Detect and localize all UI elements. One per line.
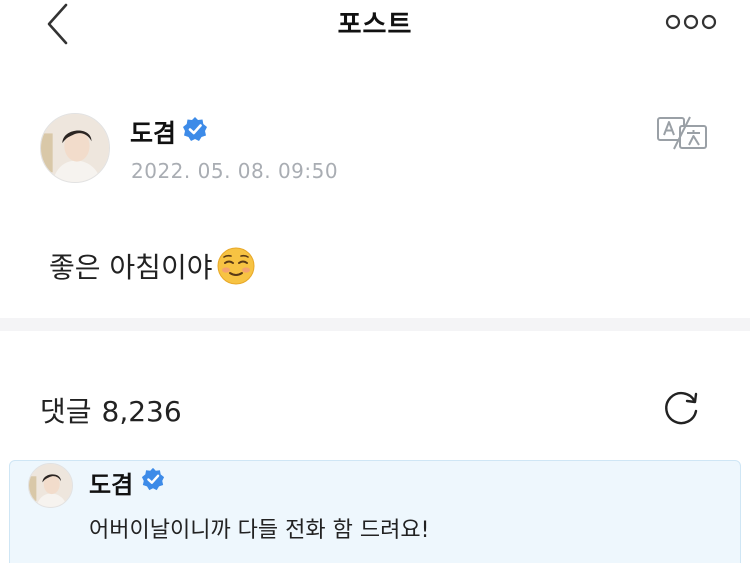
- section-divider: [0, 318, 750, 331]
- comment-text: 어버이날이니까 다들 전화 함 드려요!: [89, 518, 430, 543]
- author-avatar[interactable]: [40, 113, 110, 183]
- comment-author-name[interactable]: 도겸: [89, 465, 133, 500]
- more-options-button[interactable]: [664, 10, 718, 34]
- translate-icon: [657, 116, 707, 150]
- pinned-comment[interactable]: 도겸 어버이날이니까 다들 전화 함 드려요!: [9, 460, 741, 563]
- comments-heading: 댓글 8,236: [40, 390, 192, 430]
- refresh-comments-button[interactable]: [661, 387, 703, 429]
- refresh-icon: [665, 391, 698, 425]
- avatar-photo: [41, 114, 109, 182]
- avatar-photo: [29, 464, 72, 507]
- comments-label: 댓글: [40, 395, 92, 428]
- top-bar: 포스트: [0, 0, 750, 48]
- post-page: 포스트 도겸 2022. 05. 08. 09:50 좋은 아침이야 댓글 8,…: [0, 0, 750, 563]
- post-text: 좋은 아침이야: [49, 251, 213, 284]
- author-name[interactable]: 도겸: [130, 114, 176, 150]
- post-content: 좋은 아침이야: [49, 246, 256, 286]
- comment-author-avatar[interactable]: [28, 463, 73, 508]
- post-timestamp: 2022. 05. 08. 09:50: [131, 159, 339, 183]
- smiling-face-icon: [217, 247, 255, 285]
- verified-badge-icon: [183, 117, 207, 141]
- verified-badge-icon: [141, 467, 165, 491]
- comments-count: 8,236: [101, 395, 182, 428]
- translate-button[interactable]: [656, 115, 708, 151]
- page-title: 포스트: [337, 10, 413, 40]
- more-horizontal-icon: [665, 14, 717, 30]
